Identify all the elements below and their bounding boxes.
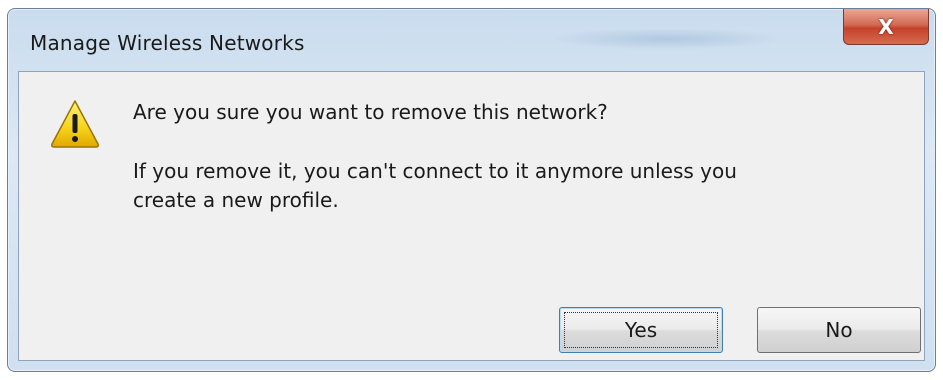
content-line: create a new profile. <box>133 188 339 212</box>
yes-button-label: Yes <box>624 318 658 342</box>
content-line: If you remove it, you can't connect to i… <box>133 159 737 183</box>
dialog-window: Manage Wireless Networks X Are you sure … <box>7 8 936 372</box>
dialog-content: Are you sure you want to remove this net… <box>18 71 925 361</box>
title-bar[interactable]: Manage Wireless Networks X <box>8 9 935 71</box>
title-bar-reflection <box>556 29 776 49</box>
content-text: If you remove it, you can't connect to i… <box>133 157 833 215</box>
main-instruction: Are you sure you want to remove this net… <box>133 100 608 124</box>
close-icon: X <box>878 14 894 39</box>
window-title: Manage Wireless Networks <box>30 31 305 55</box>
close-button[interactable]: X <box>843 9 929 45</box>
no-button-label: No <box>825 318 853 342</box>
warning-icon <box>49 98 101 150</box>
no-button[interactable]: No <box>757 307 921 353</box>
yes-button[interactable]: Yes <box>559 307 723 353</box>
